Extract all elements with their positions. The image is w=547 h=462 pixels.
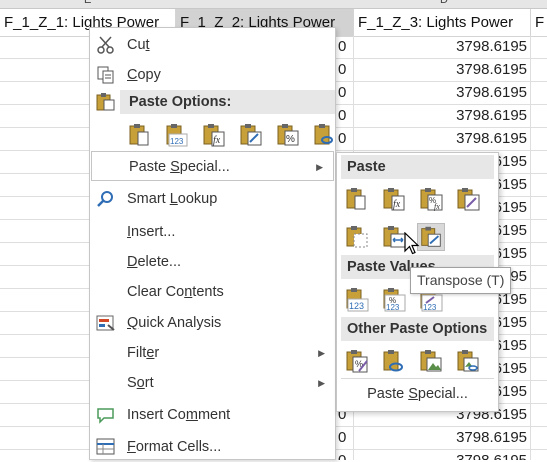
menu-label-copy: Copy (127, 67, 161, 83)
transpose-icon[interactable] (417, 223, 445, 251)
cell-value[interactable]: 0 (338, 128, 352, 150)
menu-label-smart-lookup: Smart Lookup (127, 191, 218, 207)
svg-text:123: 123 (423, 303, 437, 312)
paste-formulas-icon[interactable]: fx (380, 185, 408, 213)
cell-value[interactable]: 0 (338, 36, 352, 58)
menu-item-filter[interactable]: Filter ▶ (90, 338, 335, 368)
cell-value[interactable]: 0 (338, 105, 352, 127)
scissors-icon (97, 36, 114, 54)
menu-item-format-cells[interactable]: Format Cells... (90, 432, 335, 462)
svg-text:fx: fx (393, 199, 401, 210)
cell-value[interactable]: 3798.6195 (354, 59, 531, 81)
menu-item-sort[interactable]: Sort ▶ (90, 368, 335, 398)
svg-text:123: 123 (170, 137, 184, 146)
paste-formulas-icon[interactable]: fx (201, 122, 227, 148)
no-borders-icon[interactable] (343, 223, 371, 251)
chevron-right-icon: ▶ (318, 348, 325, 358)
menu-label-paste-special: Paste Special... (129, 159, 230, 175)
menu-label-insert-comment: Insert Comment (127, 407, 231, 423)
menu-item-insert-comment[interactable]: Insert Comment (90, 400, 335, 430)
column-header-bar[interactable]: E D (0, 0, 547, 9)
paste-formulas-number-formatting-icon[interactable]: % fx (417, 185, 445, 213)
menu-label-insert: Insert... (127, 224, 176, 240)
picture-icon[interactable] (417, 347, 445, 375)
svg-text:fx: fx (434, 202, 440, 211)
paste-special-dialog-link[interactable]: Paste Special... (341, 379, 494, 409)
paste-icon[interactable] (127, 122, 153, 148)
mouse-pointer-icon (404, 232, 420, 255)
values-number-formatting-icon[interactable]: % 123 (380, 285, 408, 313)
menu-label-format-cells: Format Cells... (127, 439, 222, 455)
context-menu: Cut Copy Paste Options: 123 fx % Paste S… (89, 27, 336, 460)
paste-values-icon[interactable]: 123 (164, 122, 190, 148)
cell-value[interactable]: 3798.6195 (354, 105, 531, 127)
transpose-tooltip: Transpose (T) (410, 267, 512, 294)
chevron-right-icon: ▶ (318, 378, 325, 388)
transpose-icon[interactable] (238, 122, 264, 148)
menu-label-filter: Filter (127, 345, 160, 361)
paste-icon[interactable] (343, 185, 371, 213)
other-paste-options-header: Other Paste Options (341, 317, 494, 341)
cell-value[interactable]: 3798.6195 (354, 128, 531, 150)
menu-label-sort: Sort (127, 375, 154, 391)
menu-item-copy[interactable]: Copy (90, 60, 335, 90)
copy-icon (97, 66, 114, 84)
paste-section-header: Paste (341, 155, 494, 179)
menu-item-smart-lookup[interactable]: Smart Lookup (90, 184, 335, 214)
menu-label-delete: Delete... (127, 254, 182, 270)
paste-link-icon[interactable] (312, 122, 338, 148)
linked-picture-icon[interactable] (454, 347, 482, 375)
menu-item-clear-contents[interactable]: Clear Contents (90, 277, 335, 307)
svg-text:fx: fx (213, 135, 221, 146)
menu-item-cut[interactable]: Cut (90, 30, 335, 60)
format-cells-icon (96, 438, 115, 455)
menu-item-delete[interactable]: Delete... (90, 247, 335, 277)
menu-label-clear-contents: Clear Contents (127, 284, 224, 300)
cell-value[interactable]: 3798.6195 (354, 82, 531, 104)
paste-link-icon[interactable] (380, 347, 408, 375)
paste-options-header: Paste Options: (120, 90, 335, 114)
clipboard-icon (96, 93, 115, 111)
header-cell-4[interactable]: F (531, 9, 547, 36)
cell-value[interactable]: 0 (338, 59, 352, 81)
formatting-icon[interactable]: % (343, 347, 371, 375)
search-icon (97, 191, 113, 207)
svg-text:123: 123 (386, 303, 400, 312)
menu-label-cut: Cut (127, 37, 150, 53)
menu-item-paste-special[interactable]: Paste Special... ▶ (91, 151, 334, 181)
keep-source-formatting-icon[interactable] (454, 185, 482, 213)
cell-value[interactable]: 3798.6195 (354, 450, 531, 460)
cell-value[interactable]: 0 (338, 450, 352, 460)
cell-value[interactable]: 0 (338, 427, 352, 449)
cell-value[interactable]: 3798.6195 (354, 36, 531, 58)
header-cell-3[interactable]: F_1_Z_3: Lights Power (354, 9, 531, 36)
column-letter[interactable]: E (84, 0, 91, 6)
menu-item-insert[interactable]: Insert... (90, 217, 335, 247)
menu-label-quick-analysis: Quick Analysis (127, 315, 222, 331)
paste-formatting-icon[interactable]: % (275, 122, 301, 148)
cell-value[interactable]: 0 (338, 82, 352, 104)
column-letter[interactable]: D (440, 0, 448, 6)
chevron-right-icon: ▶ (316, 162, 323, 172)
comment-icon (97, 408, 114, 424)
quick-analysis-icon (96, 315, 115, 331)
svg-text:123: 123 (349, 301, 364, 311)
values-icon[interactable]: 123 (343, 285, 371, 313)
svg-text:%: % (286, 134, 295, 145)
cell-value[interactable]: 3798.6195 (354, 427, 531, 449)
menu-item-quick-analysis[interactable]: Quick Analysis (90, 308, 335, 338)
